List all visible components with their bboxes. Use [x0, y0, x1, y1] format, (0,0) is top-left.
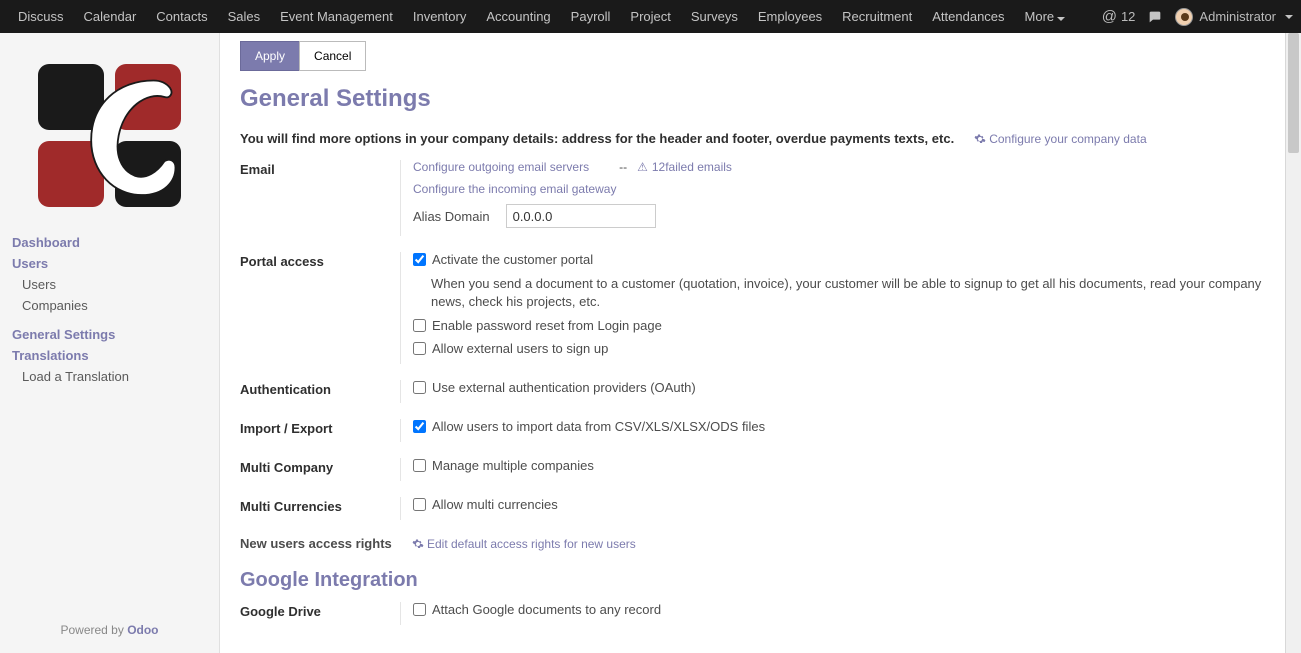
sidebar: Dashboard Users Users Companies General … [0, 33, 220, 653]
action-buttons: Apply Cancel [240, 41, 1281, 71]
page-title: General Settings [240, 85, 1281, 113]
edit-access-rights-text: Edit default access rights for new users [427, 537, 636, 551]
nav-sales[interactable]: Sales [218, 1, 271, 32]
enable-password-reset-text: Enable password reset from Login page [432, 318, 662, 333]
section-email: Email Configure outgoing email servers -… [240, 160, 1281, 236]
nav-surveys[interactable]: Surveys [681, 1, 748, 32]
separator: -- [619, 160, 627, 174]
email-label: Email [240, 160, 400, 236]
section-import-export: Import / Export Allow users to import da… [240, 419, 1281, 442]
section-multi-company: Multi Company Manage multiple companies [240, 458, 1281, 481]
activate-portal-checkbox[interactable] [413, 253, 426, 266]
nav-payroll[interactable]: Payroll [561, 1, 621, 32]
sidebar-item-users[interactable]: Users [0, 274, 219, 295]
nav-more[interactable]: More [1015, 1, 1076, 32]
user-menu[interactable]: Administrator [1175, 8, 1293, 26]
section-google-drive: Google Drive Attach Google documents to … [240, 602, 1281, 625]
cancel-button[interactable]: Cancel [299, 41, 366, 71]
nav-left: Discuss Calendar Contacts Sales Event Ma… [8, 1, 1075, 32]
portal-description: When you send a document to a customer (… [431, 275, 1281, 310]
logo [0, 33, 219, 228]
google-drive-checkbox[interactable] [413, 603, 426, 616]
section-portal: Portal access Activate the customer port… [240, 252, 1281, 364]
nav-more-label: More [1025, 9, 1055, 24]
section-new-users: New users access rights Edit default acc… [240, 536, 1281, 551]
odoo-link[interactable]: Odoo [127, 623, 158, 637]
apply-button[interactable]: Apply [240, 41, 300, 71]
nav-contacts[interactable]: Contacts [146, 1, 217, 32]
allow-external-signup-checkbox[interactable] [413, 342, 426, 355]
alias-domain-label: Alias Domain [413, 209, 490, 224]
chat-icon[interactable] [1147, 9, 1163, 25]
configure-company-label: Configure your company data [989, 132, 1146, 146]
allow-import-checkbox[interactable] [413, 420, 426, 433]
avatar [1175, 8, 1193, 26]
nav-project[interactable]: Project [620, 1, 680, 32]
notification-count: 12 [1121, 9, 1135, 24]
chevron-down-icon [1285, 15, 1293, 19]
gear-icon [412, 538, 424, 550]
scrollbar[interactable] [1285, 33, 1301, 653]
portal-label: Portal access [240, 252, 400, 364]
sidebar-item-users-header[interactable]: Users [0, 253, 219, 274]
multicurr-label: Multi Currencies [240, 497, 400, 520]
at-icon: @ [1102, 8, 1117, 25]
nav-event-management[interactable]: Event Management [270, 1, 403, 32]
nav-accounting[interactable]: Accounting [476, 1, 560, 32]
failed-emails-text: 12failed emails [652, 160, 732, 174]
configure-outgoing-link[interactable]: Configure outgoing email servers [413, 160, 589, 174]
allow-external-signup-text: Allow external users to sign up [432, 341, 608, 356]
newusers-label: New users access rights [240, 536, 400, 551]
nav-right: @ 12 Administrator [1102, 8, 1293, 26]
auth-label: Authentication [240, 380, 400, 403]
sidebar-item-load-translation[interactable]: Load a Translation [0, 366, 219, 387]
chevron-down-icon [1057, 17, 1065, 21]
activate-portal-text: Activate the customer portal [432, 252, 593, 267]
warning-icon [637, 160, 650, 174]
google-integration-title: Google Integration [240, 569, 1281, 592]
section-authentication: Authentication Use external authenticati… [240, 380, 1281, 403]
sidebar-item-companies[interactable]: Companies [0, 295, 219, 316]
powered-by-text: Powered by [60, 623, 127, 637]
sidebar-item-translations[interactable]: Translations [0, 345, 219, 366]
page-subtitle: You will find more options in your compa… [240, 131, 954, 146]
oauth-checkbox[interactable] [413, 381, 426, 394]
multi-currencies-checkbox[interactable] [413, 498, 426, 511]
configure-incoming-link[interactable]: Configure the incoming email gateway [413, 182, 616, 196]
oauth-text: Use external authentication providers (O… [432, 380, 696, 395]
user-name: Administrator [1199, 9, 1276, 24]
notification-badge[interactable]: @ 12 [1102, 8, 1136, 25]
multi-currencies-text: Allow multi currencies [432, 497, 558, 512]
content-area[interactable]: Apply Cancel General Settings You will f… [220, 33, 1301, 653]
failed-emails-link[interactable]: 12failed emails [637, 160, 732, 174]
edit-access-rights-link[interactable]: Edit default access rights for new users [412, 537, 636, 551]
nav-recruitment[interactable]: Recruitment [832, 1, 922, 32]
nav-calendar[interactable]: Calendar [74, 1, 147, 32]
scrollbar-thumb[interactable] [1288, 33, 1299, 153]
nav-discuss[interactable]: Discuss [8, 1, 74, 32]
sidebar-footer: Powered by Odoo [0, 615, 219, 645]
nav-inventory[interactable]: Inventory [403, 1, 476, 32]
google-drive-label: Google Drive [240, 602, 400, 625]
nav-attendances[interactable]: Attendances [922, 1, 1014, 32]
google-drive-text: Attach Google documents to any record [432, 602, 661, 617]
gear-icon [974, 133, 986, 145]
sidebar-item-dashboard[interactable]: Dashboard [0, 232, 219, 253]
configure-company-link[interactable]: Configure your company data [974, 132, 1146, 146]
section-multi-currencies: Multi Currencies Allow multi currencies [240, 497, 1281, 520]
sidebar-menu: Dashboard Users Users Companies General … [0, 228, 219, 391]
manage-multi-company-checkbox[interactable] [413, 459, 426, 472]
multicompany-label: Multi Company [240, 458, 400, 481]
enable-password-reset-checkbox[interactable] [413, 319, 426, 332]
manage-multi-company-text: Manage multiple companies [432, 458, 594, 473]
allow-import-text: Allow users to import data from CSV/XLS/… [432, 419, 765, 434]
sidebar-item-general-settings[interactable]: General Settings [0, 324, 219, 345]
import-label: Import / Export [240, 419, 400, 442]
nav-employees[interactable]: Employees [748, 1, 832, 32]
alias-domain-input[interactable] [506, 204, 656, 228]
top-navbar: Discuss Calendar Contacts Sales Event Ma… [0, 0, 1301, 33]
logo-graphic [27, 53, 192, 218]
